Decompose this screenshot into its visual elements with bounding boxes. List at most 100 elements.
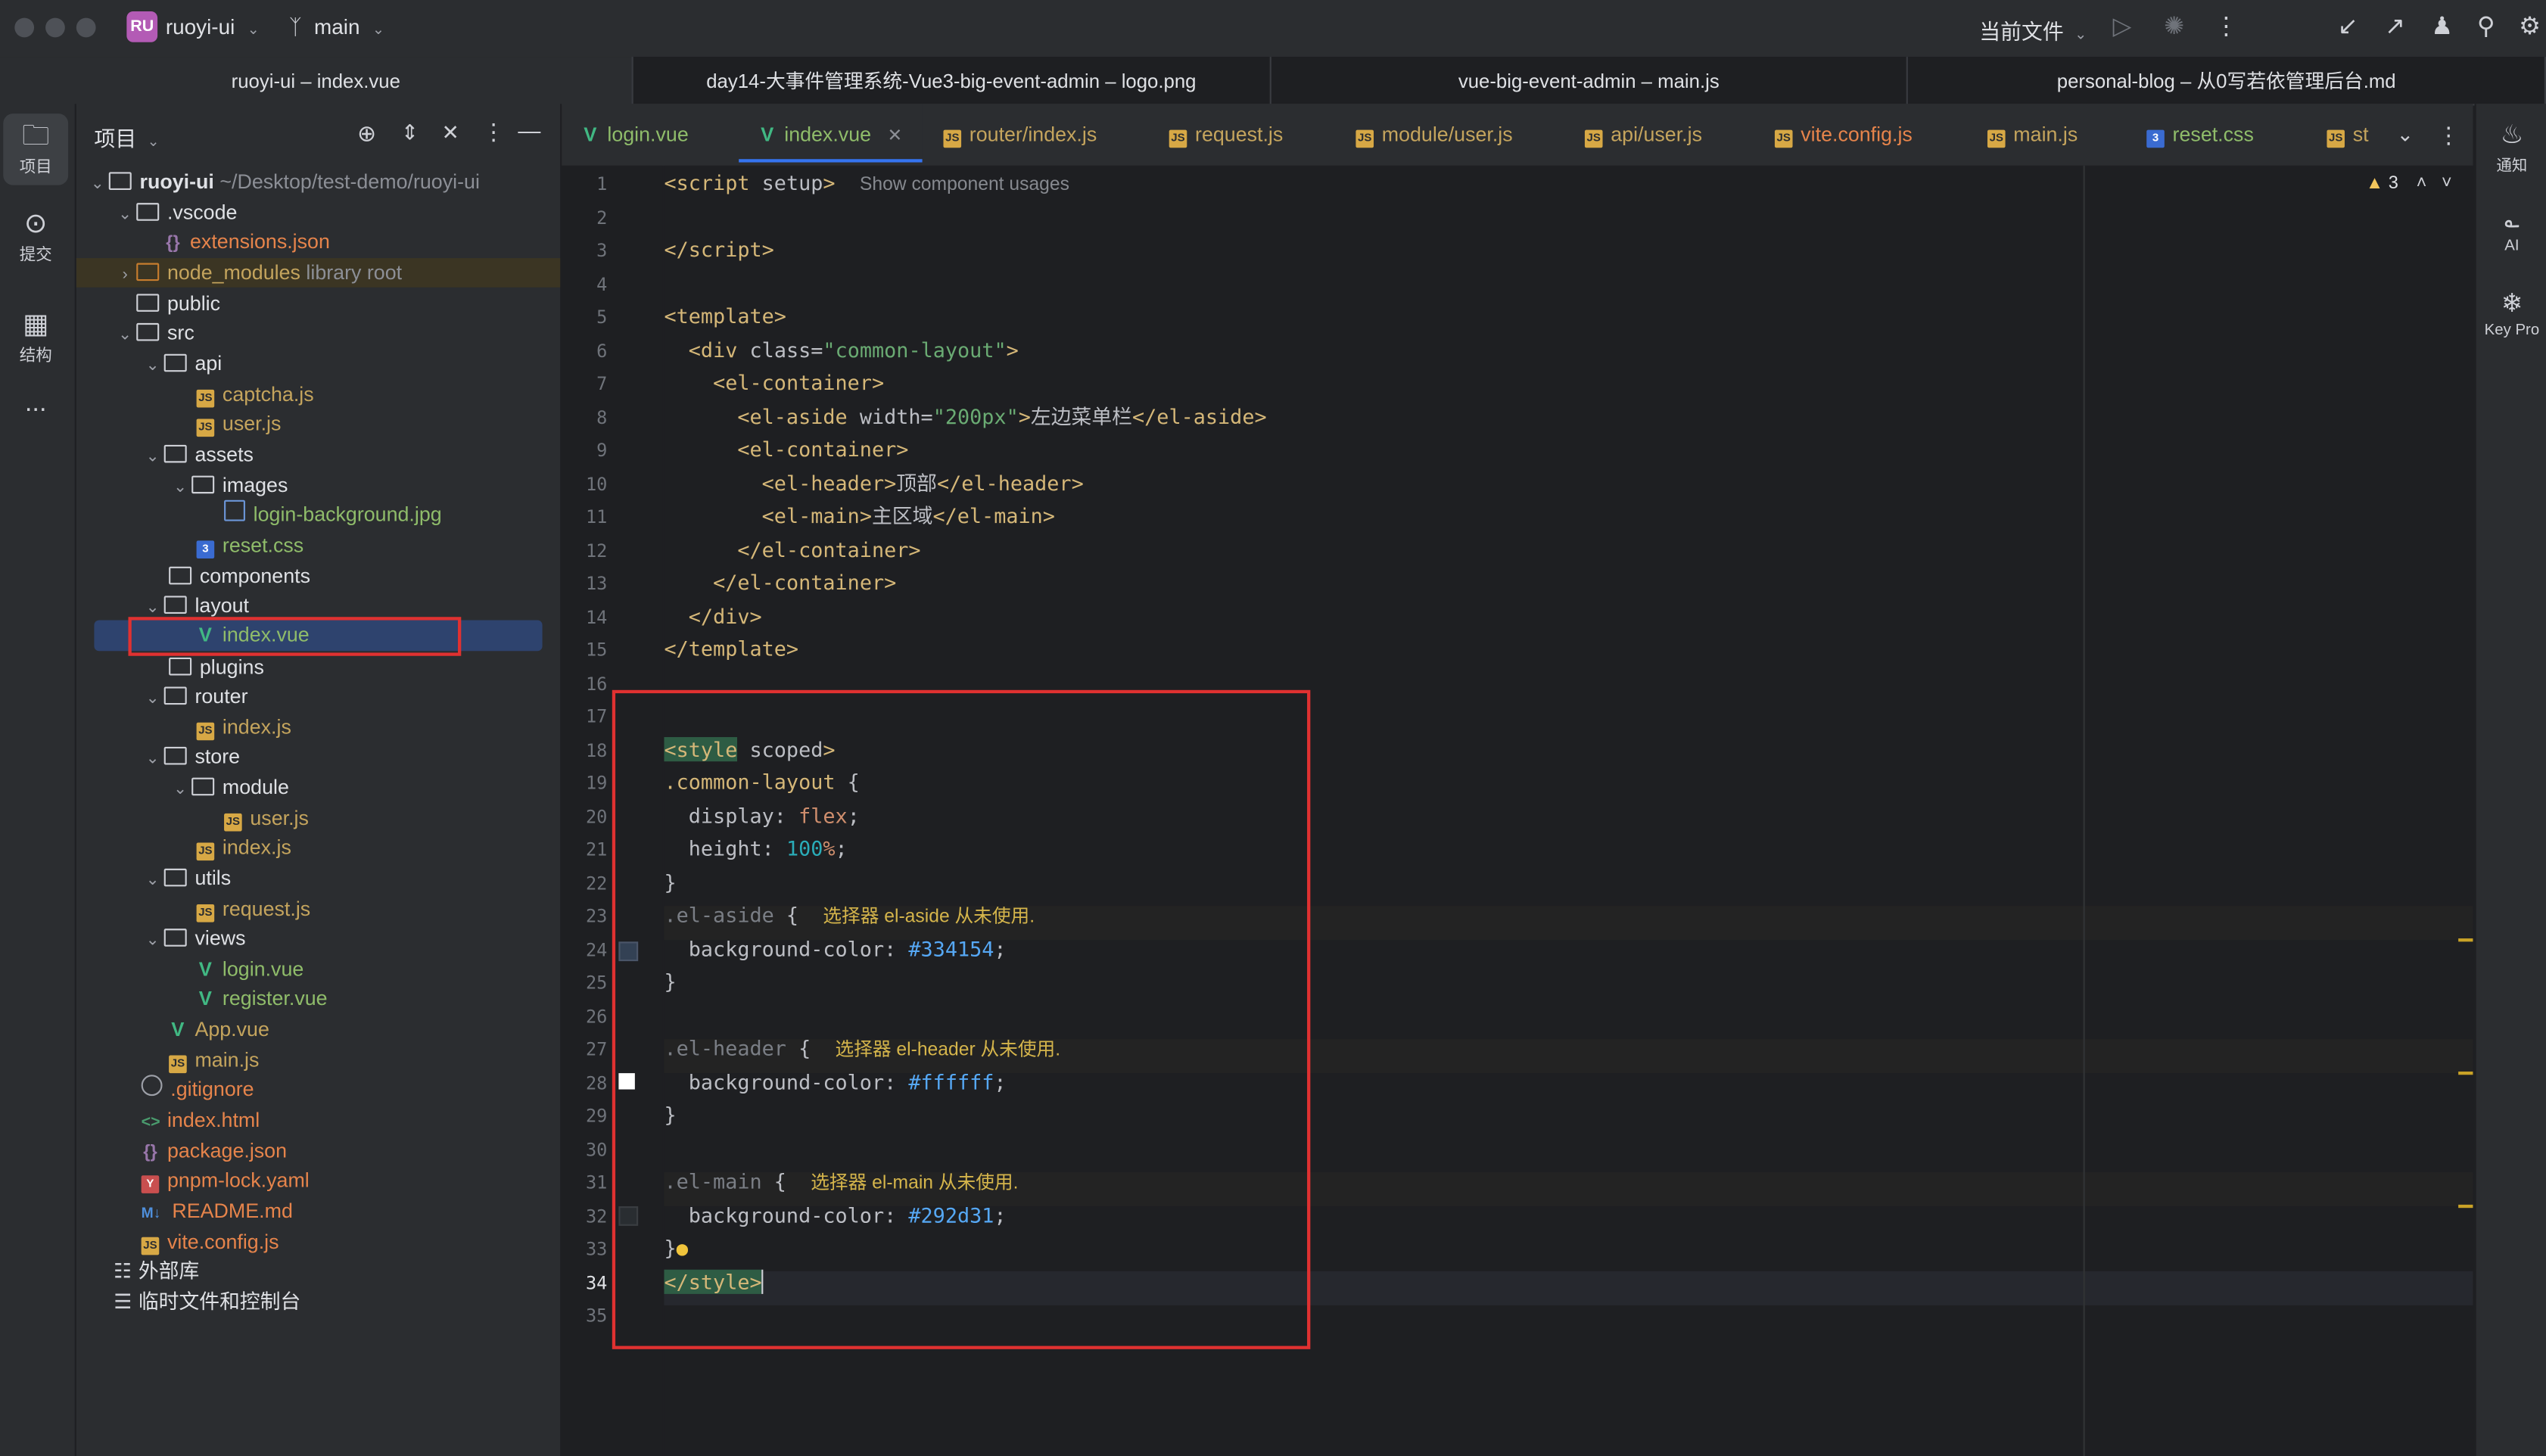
tree-file-module-user-js[interactable]: JS user.js (224, 804, 309, 833)
tool-commit[interactable]: ⊙ 提交 (3, 208, 68, 265)
tree-file-app-vue[interactable]: V App.vue (169, 1015, 269, 1044)
run-icon[interactable]: ▷ (2108, 13, 2137, 42)
tool-project[interactable]: 🗀 项目 (3, 114, 69, 185)
run-config-selector[interactable]: 当前文件 ⌄ (1979, 14, 2087, 45)
tree-file-store-index-js[interactable]: JS index.js (196, 833, 291, 863)
editor-tab-api-user-js[interactable]: JS api/user.js (1584, 104, 1702, 166)
maximize-window-button[interactable] (76, 17, 96, 38)
tree-file-register-vue[interactable]: Vregister.vue (197, 984, 328, 1013)
tree-folder-views[interactable]: ⌄ views (142, 924, 246, 954)
tree-folder-vscode[interactable]: ⌄ .vscode (114, 198, 237, 228)
warning-stripe[interactable] (2458, 1204, 2473, 1209)
debug-icon[interactable]: ✺ (2159, 13, 2189, 42)
more-actions-icon[interactable]: ⋮ (2211, 13, 2241, 42)
minimize-window-button[interactable] (45, 17, 65, 38)
chevron-down-icon[interactable]: ˅ (2442, 174, 2452, 194)
window-tabs: ruoyi-ui – index.vue day14-大事件管理系统-Vue3-… (0, 57, 2546, 106)
tree-folder-images[interactable]: ⌄ images (169, 471, 288, 500)
tree-folder-api[interactable]: ⌄ api (142, 349, 223, 378)
tree-folder-store[interactable]: ⌄ store (142, 742, 240, 771)
vcs-update-icon[interactable]: ↙ (2333, 13, 2363, 42)
editor-tab-truncated[interactable]: JS st (2327, 104, 2375, 166)
editor-tab-reset-css[interactable]: 3 reset.css (2146, 104, 2254, 166)
editor-tab-main-js[interactable]: JS main.js (1987, 104, 2078, 166)
chevron-up-icon[interactable]: ˄ (2417, 174, 2427, 194)
window-tab-day14[interactable]: day14-大事件管理系统-Vue3-big-event-admin – log… (633, 57, 1271, 104)
tree-scratches-consoles[interactable]: ☰ 临时文件和控制台 (114, 1287, 300, 1317)
tree-file-readme[interactable]: M↓ README.md (138, 1196, 293, 1226)
tree-folder-public[interactable]: public (136, 289, 220, 319)
editor-tab-index-vue[interactable]: Vindex.vue ✕ (739, 104, 923, 163)
show-usages-hint[interactable]: Show component usages (860, 176, 1069, 195)
tree-file-captcha-js[interactable]: JS captcha.js (196, 380, 314, 409)
project-switcher[interactable]: ruoyi-ui ⌄ (166, 14, 260, 39)
scratch-icon: ☰ (114, 1290, 132, 1314)
add-user-icon[interactable]: ♟ (2427, 13, 2457, 42)
window-tab-vue-big-event[interactable]: vue-big-event-admin – main.js (1271, 57, 1909, 104)
tab-list-chevron-icon[interactable]: ⌄ (2397, 104, 2414, 166)
structure-icon: ▦ (22, 308, 49, 340)
tree-file-router-index-js[interactable]: JS index.js (196, 713, 291, 742)
warning-stripe[interactable] (2458, 1071, 2473, 1075)
tree-folder-src[interactable]: ⌄ src (114, 319, 195, 348)
project-panel-title[interactable]: 项目 ⌄ (94, 122, 159, 153)
tree-folder-assets[interactable]: ⌄ assets (142, 440, 254, 469)
aside-text: 左边菜单栏 (1030, 403, 1133, 428)
tree-file-login-background[interactable]: login-background.jpg (224, 499, 442, 530)
tool-notifications[interactable]: ♨ 通知 (2476, 120, 2546, 176)
tree-file-pnpm-lock[interactable]: Ypnpm-lock.yaml (141, 1165, 310, 1195)
editor-tab-module-user-js[interactable]: JS module/user.js (1355, 104, 1513, 166)
branch-switcher[interactable]: ᛉ main ⌄ (289, 14, 384, 39)
tree-folder-components[interactable]: components (169, 562, 310, 591)
tree-file-request-js[interactable]: JS request.js (196, 894, 310, 924)
tree-label: node_modules (167, 261, 300, 285)
tree-file-login-vue[interactable]: Vlogin.vue (197, 955, 304, 985)
more-tools-button[interactable]: ... (3, 390, 68, 419)
collapse-all-icon[interactable]: ✕ (442, 120, 459, 146)
window-tab-personal-blog[interactable]: personal-blog – 从0写若依管理后台.md (1909, 57, 2546, 104)
editor-tab-login-vue[interactable]: Vlogin.vue (581, 104, 689, 166)
tree-folder-utils[interactable]: ⌄ utils (142, 863, 231, 893)
warning-stripe[interactable] (2458, 938, 2473, 942)
tree-folder-node-modules[interactable]: › node_modules library root (76, 258, 561, 288)
tree-file-main-js[interactable]: JS main.js (169, 1046, 259, 1075)
tree-file-api-user-js[interactable]: JS user.js (196, 409, 281, 439)
search-icon[interactable]: ⚲ (2471, 13, 2501, 42)
editor-tab-request-js[interactable]: JS request.js (1169, 104, 1283, 166)
tree-folder-plugins[interactable]: plugins (169, 652, 264, 682)
tool-ai[interactable]: ؎ AI (2476, 204, 2546, 254)
tree-file-index-html[interactable]: <> index.html (142, 1106, 260, 1135)
close-window-button[interactable] (14, 17, 35, 38)
editor-tab-vite-config-js[interactable]: JS vite.config.js (1774, 104, 1913, 166)
hide-panel-icon[interactable]: — (518, 117, 540, 142)
vcs-push-icon[interactable]: ↗ (2380, 13, 2410, 42)
expand-all-icon[interactable]: ⇕ (401, 120, 419, 146)
inspection-widget[interactable]: ▲ 3 ˄ ˅ (2366, 174, 2452, 194)
tree-label: package.json (167, 1140, 288, 1163)
tree-folder-module[interactable]: ⌄ module (169, 773, 289, 802)
tree-file-vite-config[interactable]: JS vite.config.js (141, 1227, 279, 1257)
image-file-icon (224, 499, 245, 521)
window-tab-ruoyi[interactable]: ruoyi-ui – index.vue (0, 57, 633, 104)
project-badge[interactable]: RU (126, 11, 158, 42)
tree-external-libraries[interactable]: ☷ 外部库 (114, 1257, 199, 1286)
tool-key-promoter[interactable]: ❄ Key Pro (2476, 289, 2546, 339)
tab-more-icon[interactable]: ⋮ (2437, 104, 2460, 166)
gear-icon[interactable]: ⚙ (2515, 13, 2544, 42)
tree-file-extensions-json[interactable]: {} extensions.json (164, 227, 330, 257)
line-number: 32 (585, 1205, 608, 1227)
tree-folder-router[interactable]: ⌄ router (142, 682, 248, 711)
tree-file-reset-css[interactable]: 3 reset.css (196, 531, 303, 561)
line-number: 21 (585, 839, 608, 861)
tree-folder-layout[interactable]: ⌄ layout (142, 591, 249, 621)
editor-tab-label: reset.css (2172, 123, 2254, 147)
editor-tab-router-index-js[interactable]: JS router/index.js (943, 104, 1097, 166)
locate-file-icon[interactable]: ⊕ (357, 120, 376, 148)
tool-structure[interactable]: ▦ 结构 (3, 309, 68, 366)
tree-root-ruoyi-ui[interactable]: ⌄ ruoyi-ui ~/Desktop/test-demo/ruoyi-ui (86, 167, 480, 197)
close-tab-icon[interactable]: ✕ (888, 126, 903, 146)
tree-file-gitignore[interactable]: .gitignore (141, 1075, 254, 1104)
tree-path-hint: ~/Desktop/test-demo/ruoyi-ui (219, 170, 480, 194)
options-icon[interactable]: ⋮ (482, 119, 505, 146)
tree-file-package-json[interactable]: {} package.json (142, 1137, 287, 1166)
